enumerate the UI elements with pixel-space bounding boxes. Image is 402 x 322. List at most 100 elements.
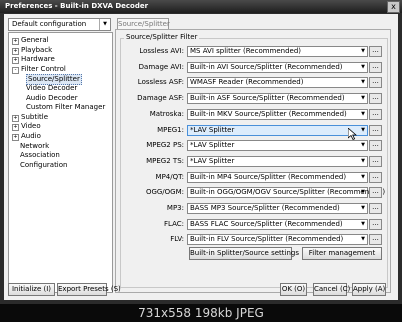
expand-icon[interactable]: + <box>12 38 19 45</box>
splitter-select[interactable]: Built-in AVI Source/Splitter (Recommende… <box>187 61 368 73</box>
row-label: Lossless ASF: <box>137 78 184 87</box>
initialize-button[interactable]: Initialize (I) <box>8 283 55 296</box>
row-label: Damage ASF: <box>137 94 184 103</box>
close-button[interactable]: x <box>387 1 400 13</box>
tree-item[interactable]: - Filter Control <box>12 65 66 74</box>
tree-item[interactable]: Custom Filter Manager <box>26 103 105 112</box>
row-label: MPEG2 PS: <box>146 141 184 150</box>
splitter-options-button[interactable]: ... <box>369 46 382 57</box>
splitter-options-button[interactable]: ... <box>369 171 382 183</box>
apply-button[interactable]: Apply (A) <box>352 283 386 296</box>
splitter-options-button[interactable]: ... <box>369 203 382 214</box>
chevron-down-icon[interactable]: ▼ <box>99 19 110 30</box>
splitter-options-button[interactable]: ... <box>369 155 382 167</box>
chevron-down-icon[interactable]: ▼ <box>361 126 365 135</box>
splitter-select[interactable]: Built-in MP4 Source/Splitter (Recommende… <box>187 171 368 183</box>
row-label: Lossless AVI: <box>139 47 184 55</box>
tree-item-label: General <box>21 36 49 44</box>
splitter-select[interactable]: WMASF Reader (Recommended) ▼ <box>187 77 368 89</box>
expand-icon[interactable]: + <box>12 47 19 55</box>
row-label: Damage AVI: <box>138 62 184 71</box>
splitter-settings-button[interactable]: Built-in Splitter/Source settings <box>189 247 299 260</box>
splitter-select[interactable]: *LAV Splitter ▼ <box>187 124 368 136</box>
expand-icon[interactable]: + <box>12 57 19 65</box>
collapse-icon[interactable]: - <box>12 66 19 74</box>
splitter-select-value: Built-in FLV Source/Splitter (Recommende… <box>190 235 344 244</box>
chevron-down-icon[interactable]: ▼ <box>361 78 365 87</box>
tree-item-label: Association <box>20 151 60 160</box>
splitter-select-value: Built-in AVI Source/Splitter (Recommende… <box>190 62 343 71</box>
splitter-select[interactable]: *LAV Splitter ▼ <box>187 140 368 152</box>
splitter-select[interactable]: *LAV Splitter ▼ <box>187 155 368 167</box>
splitter-select[interactable]: Built-in FLV Source/Splitter (Recommende… <box>187 234 368 246</box>
export-presets-label: Export Presets (S) <box>58 285 121 293</box>
splitter-select[interactable]: BASS MP3 Source/Splitter (Recommended) ▼ <box>187 203 368 214</box>
chevron-down-icon[interactable]: ▼ <box>361 110 365 119</box>
chevron-down-icon[interactable]: ▼ <box>361 220 365 229</box>
row-label: Matroska: <box>149 109 184 118</box>
splitter-select[interactable]: MS AVI splitter (Recommended) ▼ <box>187 46 368 57</box>
expand-icon[interactable]: + <box>12 124 19 132</box>
row-label: MPEG1: <box>157 125 184 134</box>
row-label: MP3: <box>166 204 184 212</box>
filter-management-button[interactable]: Filter management <box>302 247 382 260</box>
chevron-down-icon[interactable]: ▼ <box>361 188 365 197</box>
splitter-options-button[interactable]: ... <box>369 234 382 246</box>
expand-icon[interactable]: + <box>12 114 19 122</box>
tree-item-label: Custom Filter Manager <box>26 103 106 112</box>
tree-item[interactable]: Network <box>20 142 49 151</box>
row-label: FLAC: <box>164 219 184 228</box>
chevron-down-icon[interactable]: ▼ <box>361 173 365 182</box>
splitter-options-button[interactable]: ... <box>369 140 382 152</box>
category-tree[interactable]: + General + Playback + Hardware - Filter Contro… <box>8 32 113 293</box>
export-presets-button[interactable]: Export Presets (S) <box>57 283 121 296</box>
initialize-label: Initialize (I) <box>11 285 52 293</box>
chevron-down-icon[interactable]: ▼ <box>361 94 365 103</box>
splitter-options-button[interactable]: ... <box>369 61 382 73</box>
chevron-down-icon[interactable]: ▼ <box>361 157 365 166</box>
preferences-window: Preferences - Built-in DXVA Decoder x De… <box>0 0 402 304</box>
tree-item-label: Video Decoder <box>26 84 78 92</box>
tree-item-label: Network <box>20 141 50 150</box>
tree-item[interactable]: + Subtitle <box>12 113 48 122</box>
splitter-options-button[interactable]: ... <box>369 77 382 89</box>
chevron-down-icon[interactable]: ▼ <box>361 235 365 244</box>
splitter-select-value: Built-in MKV Source/Splitter (Recommende… <box>190 109 347 118</box>
ok-button[interactable]: OK (O) <box>280 283 307 296</box>
ok-label: OK (O) <box>281 285 306 293</box>
chevron-down-icon[interactable]: ▼ <box>361 204 365 213</box>
tree-item[interactable]: Association <box>20 151 60 160</box>
tree-item[interactable]: + Video <box>12 122 41 132</box>
splitter-options-button[interactable]: ... <box>369 124 382 136</box>
splitter-select[interactable]: BASS FLAC Source/Splitter (Recommended) ▼ <box>187 218 368 230</box>
splitter-select[interactable]: Built-in OGG/OGM/OGV Source/Splitter (Re… <box>187 187 385 199</box>
tree-item[interactable]: + Audio <box>12 132 41 141</box>
chevron-down-icon[interactable]: ▼ <box>361 141 365 150</box>
expand-icon[interactable]: + <box>12 134 19 141</box>
splitter-options-button[interactable]: ... <box>369 218 382 230</box>
splitter-select[interactable]: Built-in ASF Source/Splitter (Recommende… <box>187 93 368 105</box>
row-label: FLV: <box>170 235 184 244</box>
tab-source-splitter[interactable]: Source/Splitter <box>117 18 170 29</box>
tree-item[interactable]: + General <box>12 36 49 45</box>
configuration-select-value: Default configuration <box>12 20 87 28</box>
tree-item[interactable]: Configuration <box>20 161 67 170</box>
cancel-button[interactable]: Cancel (C) <box>313 283 350 296</box>
tree-item[interactable]: Video Decoder <box>26 84 77 93</box>
splitter-options-button[interactable]: ... <box>369 187 382 199</box>
splitter-select-value: Built-in OGG/OGM/OGV Source/Splitter (Re… <box>190 188 386 197</box>
splitter-options-button[interactable]: ... <box>369 93 382 105</box>
apply-label: Apply (A) <box>353 285 386 293</box>
splitter-select-value: BASS FLAC Source/Splitter (Recommended) <box>190 219 343 228</box>
image-caption: 731x558 198kb JPEG <box>138 306 264 320</box>
splitter-options-button[interactable]: ... <box>369 108 382 120</box>
tree-item[interactable]: Audio Decoder <box>26 94 78 103</box>
row-label: MPEG2 TS: <box>146 156 184 165</box>
splitter-select[interactable]: Built-in MKV Source/Splitter (Recommende… <box>187 108 368 120</box>
chevron-down-icon[interactable]: ▼ <box>361 47 365 56</box>
tree-item-label: Hardware <box>21 55 55 64</box>
tree-item[interactable]: + Hardware <box>12 55 55 65</box>
chevron-down-icon[interactable]: ▼ <box>361 63 365 72</box>
configuration-select[interactable]: Default configuration ▼ <box>8 18 111 31</box>
tree-item[interactable]: + Playback <box>12 46 52 55</box>
